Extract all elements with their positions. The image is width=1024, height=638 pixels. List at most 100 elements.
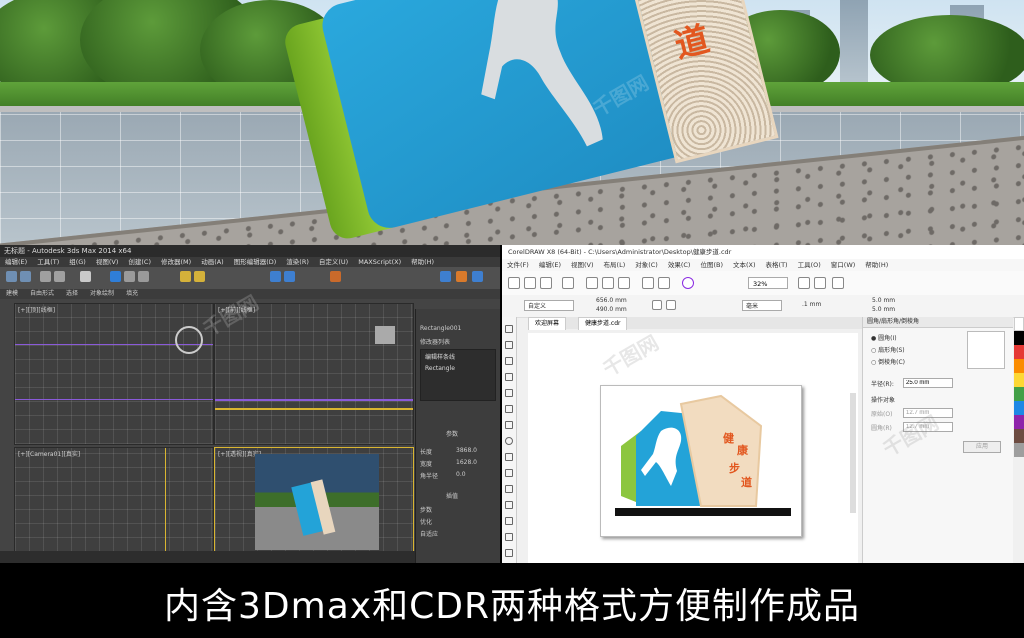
new-icon[interactable] bbox=[508, 277, 520, 289]
print-icon[interactable] bbox=[562, 277, 574, 289]
zoom-select[interactable]: 32% bbox=[748, 277, 788, 289]
apply-button[interactable]: 应用 bbox=[963, 441, 1001, 453]
radio-chamfer[interactable]: ○ 倒棱角(C) bbox=[871, 357, 905, 366]
modifier-item[interactable]: Rectangle bbox=[421, 363, 495, 374]
render-icon[interactable] bbox=[456, 271, 467, 282]
rollout-title[interactable]: 参数 bbox=[446, 429, 458, 438]
menu-item[interactable]: 动画(A) bbox=[196, 258, 229, 266]
checkbox-label[interactable]: 自适应 bbox=[420, 529, 438, 538]
menu-item[interactable]: 渲染(R) bbox=[281, 258, 314, 266]
freehand-tool-icon[interactable] bbox=[505, 389, 513, 397]
menu-item[interactable]: 表格(T) bbox=[761, 261, 793, 269]
text-tool-icon[interactable] bbox=[505, 469, 513, 477]
render-frame-icon[interactable] bbox=[472, 271, 483, 282]
crop-tool-icon[interactable] bbox=[505, 357, 513, 365]
menu-item[interactable]: 视图(V) bbox=[91, 258, 124, 266]
swatch-red[interactable] bbox=[1014, 345, 1024, 359]
menu-item[interactable]: 文本(X) bbox=[728, 261, 761, 269]
snap-icon[interactable] bbox=[180, 271, 191, 282]
modifier-item[interactable]: 编辑样条线 bbox=[421, 350, 495, 363]
redo-icon[interactable] bbox=[658, 277, 670, 289]
swatch-orange[interactable] bbox=[1014, 359, 1024, 373]
param-value[interactable]: 0.0 bbox=[456, 471, 466, 479]
ribbon-tab[interactable]: 填充 bbox=[120, 290, 144, 297]
menu-item[interactable]: MAXScript(X) bbox=[353, 258, 406, 266]
select-move-icon[interactable] bbox=[110, 271, 121, 282]
menu-item[interactable]: 编辑(E) bbox=[0, 258, 32, 266]
ribbon-tab[interactable]: 选择 bbox=[60, 290, 84, 297]
settings-icon[interactable] bbox=[814, 277, 826, 289]
page-height-field[interactable]: 490.0 mm bbox=[596, 306, 627, 313]
ribbon-tab[interactable]: 自由形式 bbox=[24, 290, 60, 297]
ribbon-tab[interactable]: 对象绘制 bbox=[84, 290, 120, 297]
menu-item[interactable]: 文件(F) bbox=[502, 261, 534, 269]
render-setup-icon[interactable] bbox=[440, 271, 451, 282]
swatch-purple[interactable] bbox=[1014, 415, 1024, 429]
select-rotate-icon[interactable] bbox=[124, 271, 135, 282]
param-value[interactable]: 1628.0 bbox=[456, 459, 477, 467]
ribbon-tab[interactable]: 建模 bbox=[0, 290, 24, 297]
menu-item[interactable]: 图形编辑器(D) bbox=[229, 258, 282, 266]
unlink-icon[interactable] bbox=[54, 271, 65, 282]
menu-item[interactable]: 创建(C) bbox=[123, 258, 156, 266]
mirror-icon[interactable] bbox=[270, 271, 281, 282]
drawing-canvas[interactable]: 健 康 步 道 bbox=[528, 333, 858, 563]
menu-item[interactable]: 帮助(H) bbox=[860, 261, 893, 269]
radius-input[interactable] bbox=[903, 378, 953, 388]
paste-icon[interactable] bbox=[618, 277, 630, 289]
menu-item[interactable]: 窗口(W) bbox=[826, 261, 861, 269]
portrait-icon[interactable] bbox=[652, 300, 662, 310]
menu-item[interactable]: 修改器(M) bbox=[156, 258, 196, 266]
swatch-yellow[interactable] bbox=[1014, 373, 1024, 387]
shape-tool-icon[interactable] bbox=[505, 341, 513, 349]
menu-item[interactable]: 效果(C) bbox=[663, 261, 696, 269]
menu-item[interactable]: 帮助(H) bbox=[406, 258, 439, 266]
viewport-top[interactable]: [+][顶][线框] bbox=[14, 303, 214, 445]
duplicate-x-field[interactable]: 5.0 mm bbox=[872, 297, 895, 304]
menu-item[interactable]: 对象(C) bbox=[630, 261, 663, 269]
select-link-icon[interactable] bbox=[40, 271, 51, 282]
checkbox-label[interactable]: 优化 bbox=[420, 517, 432, 526]
cut-icon[interactable] bbox=[586, 277, 598, 289]
redo-icon[interactable] bbox=[20, 271, 31, 282]
angle-snap-icon[interactable] bbox=[194, 271, 205, 282]
align-icon[interactable] bbox=[284, 271, 295, 282]
menu-item[interactable]: 编辑(E) bbox=[534, 261, 566, 269]
launch-icon[interactable] bbox=[832, 277, 844, 289]
radio-scallop[interactable]: ○ 扇形角(S) bbox=[871, 345, 905, 354]
material-editor-icon[interactable] bbox=[330, 271, 341, 282]
swatch-green[interactable] bbox=[1014, 387, 1024, 401]
swatch-brown[interactable] bbox=[1014, 429, 1024, 443]
copy-icon[interactable] bbox=[602, 277, 614, 289]
fill-tool-icon[interactable] bbox=[505, 549, 513, 557]
rollout-title[interactable]: 插值 bbox=[446, 491, 458, 500]
connector-tool-icon[interactable] bbox=[505, 501, 513, 509]
radio-fillet[interactable]: ● 圆角(I) bbox=[871, 333, 897, 342]
select-scale-icon[interactable] bbox=[138, 271, 149, 282]
modifier-stack[interactable]: 编辑样条线 Rectangle bbox=[420, 349, 496, 401]
viewport-front[interactable]: [+][前][线框] bbox=[214, 303, 414, 445]
rectangle-tool-icon[interactable] bbox=[505, 421, 513, 429]
menu-item[interactable]: 视图(V) bbox=[566, 261, 599, 269]
viewcube-icon[interactable] bbox=[375, 326, 395, 344]
viewport-camera[interactable]: [+][Camera01][真实] bbox=[14, 447, 214, 553]
menu-item[interactable]: 工具(O) bbox=[793, 261, 826, 269]
open-icon[interactable] bbox=[524, 277, 536, 289]
duplicate-y-field[interactable]: 5.0 mm bbox=[872, 306, 895, 313]
swatch-gray[interactable] bbox=[1014, 443, 1024, 457]
parallel-dimension-icon[interactable] bbox=[505, 485, 513, 493]
object-name[interactable]: Rectangle001 bbox=[420, 325, 461, 333]
undo-icon[interactable] bbox=[6, 271, 17, 282]
param-value[interactable]: 3868.0 bbox=[456, 447, 477, 455]
orig-input[interactable] bbox=[903, 408, 953, 418]
snap-to-icon[interactable] bbox=[798, 277, 810, 289]
viewcube-icon[interactable] bbox=[175, 326, 203, 354]
undo-icon[interactable] bbox=[642, 277, 654, 289]
artistic-media-icon[interactable] bbox=[505, 405, 513, 413]
vertical-scrollbar[interactable] bbox=[850, 393, 856, 513]
modifier-list[interactable]: 修改器列表 bbox=[420, 337, 450, 346]
ellipse-tool-icon[interactable] bbox=[505, 437, 513, 445]
corel-connect-icon[interactable] bbox=[682, 277, 694, 289]
menu-item[interactable]: 自定义(U) bbox=[314, 258, 353, 266]
zoom-tool-icon[interactable] bbox=[505, 373, 513, 381]
